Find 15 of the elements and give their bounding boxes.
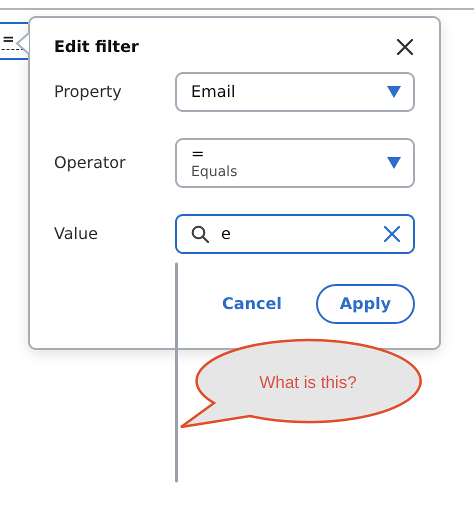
search-icon <box>191 224 209 242</box>
field-label: Operator <box>54 152 127 174</box>
bubble-text: What is this? <box>259 373 357 392</box>
apply-button[interactable]: Apply <box>316 284 415 324</box>
cancel-button[interactable]: Cancel <box>212 286 292 322</box>
close-icon[interactable] <box>395 37 415 57</box>
search-field[interactable]: e <box>175 214 415 254</box>
select-field[interactable]: Email <box>175 72 415 112</box>
field-label: Property <box>54 81 123 103</box>
dialog-title: Edit filter <box>54 37 139 57</box>
clear-icon[interactable] <box>383 224 401 242</box>
field-label: Value <box>54 222 99 244</box>
dropdown-caret-icon <box>387 86 401 98</box>
dropdown-caret-icon <box>387 156 401 169</box>
select-field[interactable]: = Equals <box>175 138 415 188</box>
